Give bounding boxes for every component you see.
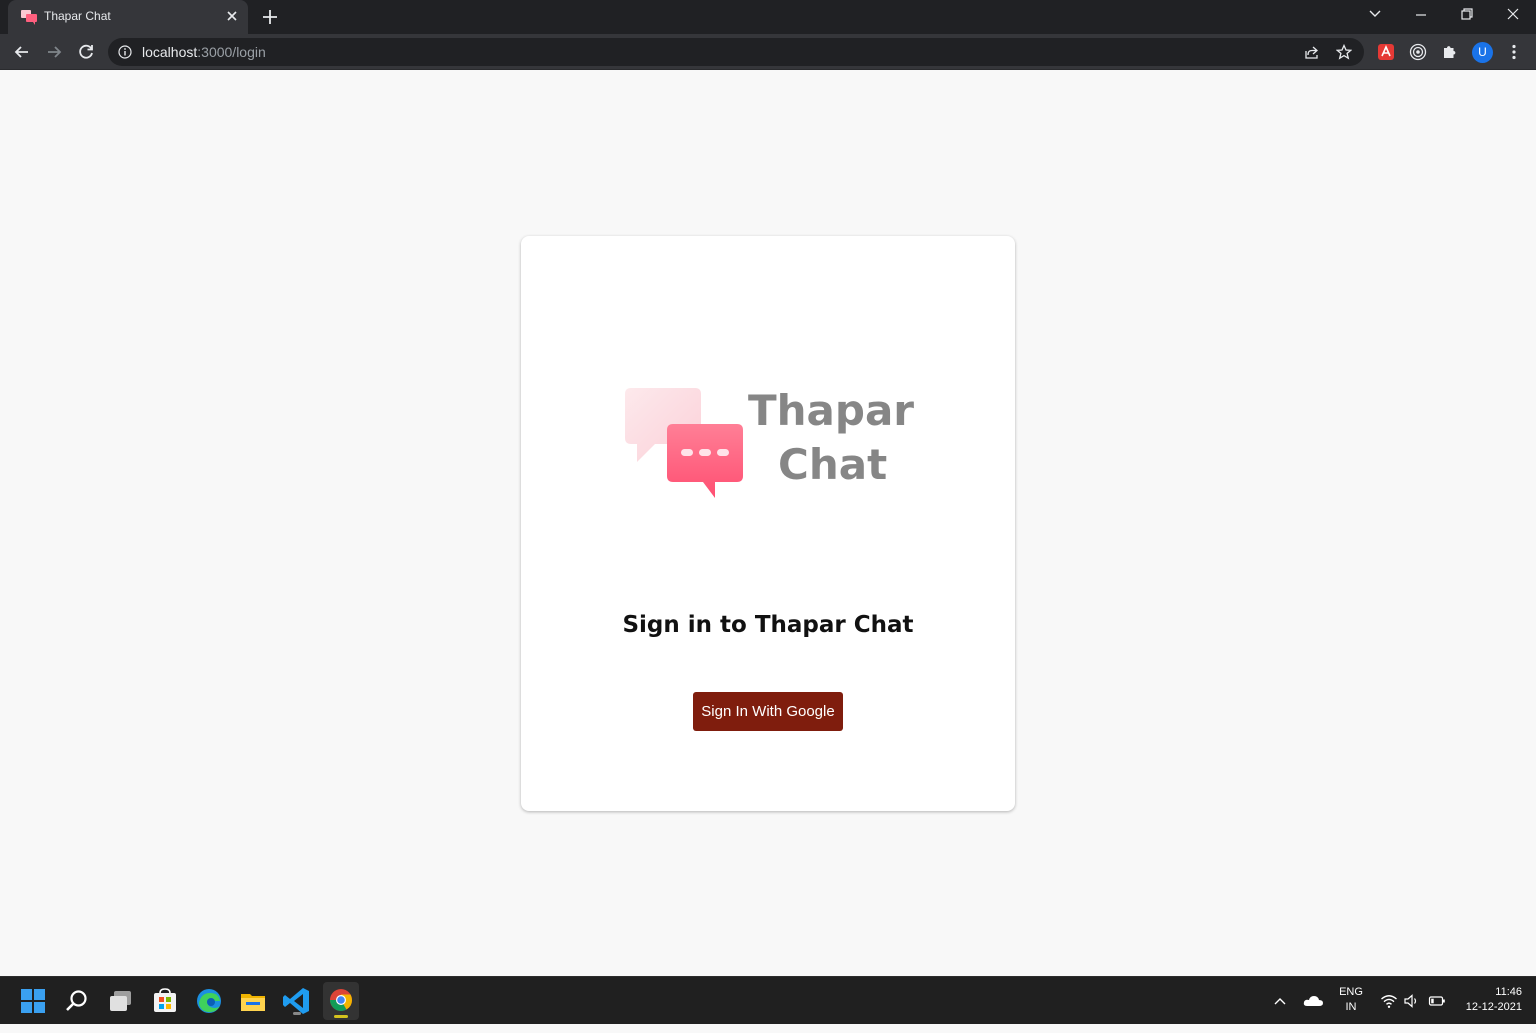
page-viewport: Thapar Chat Sign in to Thapar Chat Sign … xyxy=(0,71,1536,976)
battery-icon[interactable] xyxy=(1428,992,1446,1010)
tab-search-icon[interactable] xyxy=(1352,0,1398,30)
more-options-icon[interactable] xyxy=(1505,43,1523,61)
clock-time: 11:46 xyxy=(1495,986,1522,998)
tab-title: Thapar Chat xyxy=(44,9,111,23)
clock[interactable]: 11:46 12-12-2021 xyxy=(1456,985,1522,1033)
puzzle-icon[interactable] xyxy=(1441,43,1459,61)
active-indicator xyxy=(334,1015,348,1018)
address-bar[interactable]: localhost:3000/login xyxy=(108,38,1364,66)
vscode-taskbar-item[interactable] xyxy=(281,985,313,1017)
running-indicator xyxy=(293,1012,301,1015)
logo-text-line1: Thapar xyxy=(748,386,915,435)
sign-in-with-google-button[interactable]: Sign In With Google xyxy=(693,692,843,731)
star-icon[interactable] xyxy=(1336,44,1352,60)
input-language-indicator[interactable]: ENG IN xyxy=(1334,985,1368,1033)
chat-bubbles-icon xyxy=(21,10,37,25)
url-host: localhost xyxy=(142,44,198,60)
thapar-chat-logo: Thapar Chat xyxy=(621,376,921,506)
url-path: :3000/login xyxy=(197,44,266,60)
edge-icon[interactable] xyxy=(193,985,225,1017)
back-arrow-icon[interactable] xyxy=(11,41,33,63)
language-code: ENG xyxy=(1339,986,1363,998)
close-icon[interactable] xyxy=(1490,0,1536,30)
login-card: Thapar Chat Sign in to Thapar Chat Sign … xyxy=(521,236,1015,811)
extension-target-icon[interactable] xyxy=(1409,43,1427,61)
share-icon[interactable] xyxy=(1304,44,1320,60)
clock-date: 12-12-2021 xyxy=(1465,1001,1522,1013)
page-title: Sign in to Thapar Chat xyxy=(622,612,914,638)
plus-icon[interactable] xyxy=(259,6,281,28)
chrome-icon xyxy=(330,989,352,1011)
onedrive-cloud-icon[interactable] xyxy=(1302,991,1324,1011)
file-explorer-icon[interactable] xyxy=(237,985,269,1017)
chevron-up-icon[interactable] xyxy=(1270,991,1290,1011)
task-view-icon[interactable] xyxy=(105,985,137,1017)
extension-red-icon[interactable] xyxy=(1377,43,1395,61)
region-code: IN xyxy=(1345,1001,1357,1013)
volume-icon[interactable] xyxy=(1403,992,1421,1010)
windows-taskbar: ENG IN 11:46 12-12-2021 xyxy=(0,976,1536,1024)
windows-start-icon[interactable] xyxy=(17,985,49,1017)
reload-icon[interactable] xyxy=(75,41,97,63)
close-icon[interactable] xyxy=(224,8,240,24)
logo-text-line2: Chat xyxy=(778,440,888,489)
profile-avatar[interactable]: U xyxy=(1472,42,1493,63)
minimize-icon[interactable] xyxy=(1398,0,1444,30)
browser-toolbar: localhost:3000/login U xyxy=(0,34,1536,70)
info-icon[interactable] xyxy=(118,45,132,59)
browser-titlebar: Thapar Chat xyxy=(0,0,1536,34)
wifi-icon[interactable] xyxy=(1380,992,1398,1010)
microsoft-store-icon[interactable] xyxy=(149,985,181,1017)
url-text[interactable]: localhost:3000/login xyxy=(142,44,266,60)
tab-thapar-chat[interactable]: Thapar Chat xyxy=(8,0,248,34)
restore-icon[interactable] xyxy=(1444,0,1490,30)
forward-arrow-icon[interactable] xyxy=(43,41,65,63)
chat-bubbles-icon xyxy=(625,388,743,498)
search-icon[interactable] xyxy=(61,985,93,1017)
chrome-taskbar-item[interactable] xyxy=(323,982,359,1020)
